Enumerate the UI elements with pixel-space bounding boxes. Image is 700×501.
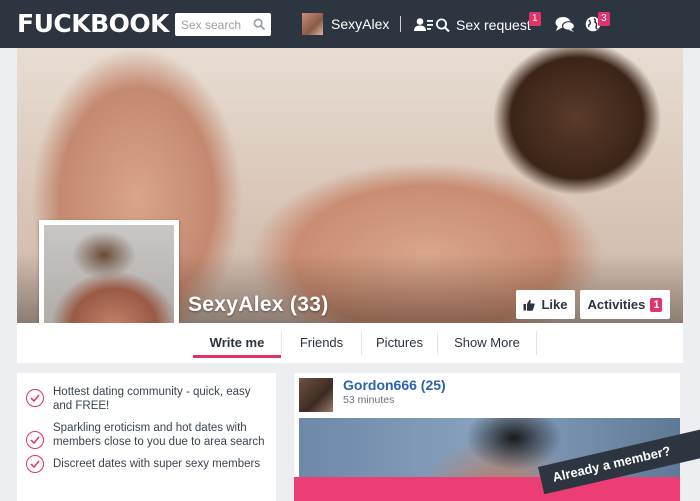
globe-notification-badge: 3 — [598, 12, 610, 26]
check-circle-icon — [26, 389, 44, 407]
site-logo[interactable]: FUCKBOOK — [17, 9, 170, 39]
feed-user-name[interactable]: Gordon666 (25) — [343, 377, 446, 393]
search-box[interactable] — [175, 13, 271, 36]
current-user-avatar — [302, 13, 323, 35]
check-circle-icon — [26, 455, 44, 473]
activities-button[interactable]: Activities 1 — [580, 290, 670, 319]
like-button[interactable]: Like — [516, 290, 575, 319]
thumbs-up-icon — [523, 299, 536, 311]
signup-bar[interactable] — [294, 477, 680, 501]
feature-text: Hottest dating community - quick, easy a… — [53, 386, 251, 412]
tab-write-me[interactable]: Write me — [193, 323, 281, 358]
feature-item: Sparkling eroticism and hot dates with m… — [17, 421, 276, 449]
tab-friends[interactable]: Friends — [282, 323, 361, 363]
features-card: Hottest dating community - quick, easy a… — [17, 373, 276, 501]
check-circle-icon — [26, 431, 44, 449]
search-icon[interactable] — [253, 18, 266, 31]
chat-icon[interactable] — [555, 16, 575, 33]
tab-show-more[interactable]: Show More — [438, 323, 536, 363]
activities-label: Activities — [587, 297, 646, 312]
feed-post-time: 53 minutes — [343, 394, 395, 406]
current-user-name: SexyAlex — [331, 16, 390, 32]
feature-item: Hottest dating community - quick, easy a… — [17, 385, 276, 413]
profile-tabs: Write me Friends Pictures Show More — [17, 323, 683, 363]
profile-name: SexyAlex (33) — [188, 293, 329, 316]
feature-item: Discreet dates with super sexy members — [17, 455, 276, 473]
sex-request-link[interactable]: Sex request — [414, 14, 531, 36]
divider — [400, 16, 401, 32]
current-user-link[interactable]: SexyAlex — [302, 13, 389, 35]
feature-text: Discreet dates with super sexy members — [53, 458, 261, 470]
activities-badge: 1 — [650, 297, 663, 312]
feed-user-avatar[interactable] — [299, 378, 333, 412]
sex-request-badge: 1 — [529, 12, 541, 26]
tab-divider — [536, 331, 537, 355]
tab-pictures[interactable]: Pictures — [362, 323, 437, 363]
sex-request-label: Sex request — [456, 17, 531, 33]
search-input[interactable] — [175, 13, 249, 36]
feature-text: Sparkling eroticism and hot dates with m… — [53, 422, 265, 448]
top-navigation-bar: FUCKBOOK SexyAlex Sex request 1 — [0, 0, 700, 48]
like-label: Like — [541, 297, 568, 312]
user-search-icon — [414, 18, 450, 33]
